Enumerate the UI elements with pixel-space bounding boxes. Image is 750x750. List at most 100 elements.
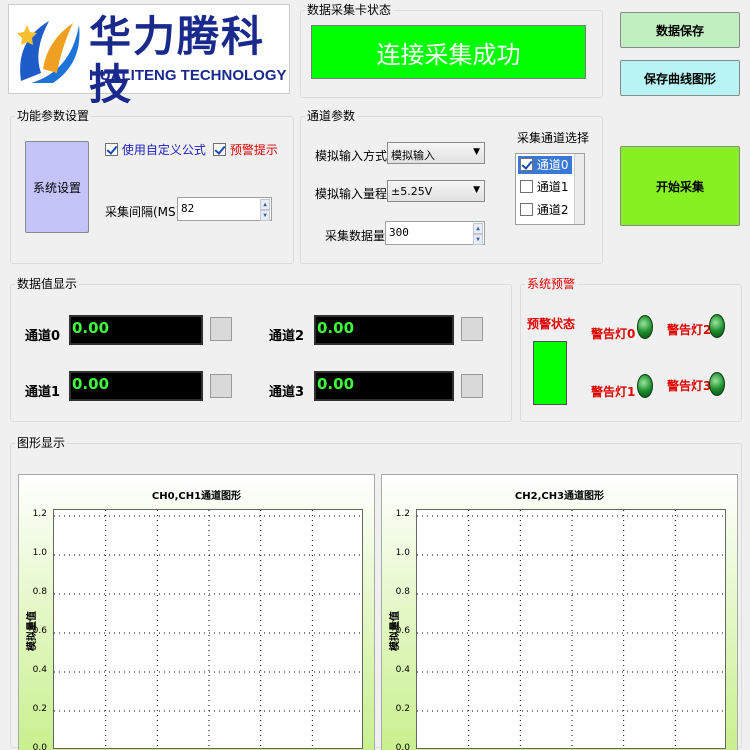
spin-up-icon[interactable]: ▲	[473, 223, 483, 234]
channel-select-list[interactable]: 通道0 通道1 通道2	[515, 153, 585, 225]
channel-select-title: 采集通道选择	[517, 131, 590, 145]
channel-0-label: 通道0	[25, 329, 61, 344]
function-settings-group-title: 功能参数设置	[15, 109, 92, 123]
data-display-group: 数据值显示 通道0 0.00 通道1 0.00 通道2 0.00 通道3 0.0…	[10, 277, 512, 422]
channel-select-label: 通道1	[536, 180, 569, 194]
warning-light-1-label: 警告灯1	[591, 385, 636, 399]
alarm-group-title: 系统预警	[525, 277, 578, 291]
spin-up-icon[interactable]: ▲	[260, 199, 270, 210]
warning-light-3-icon	[709, 372, 725, 396]
chart-ytick-label: 0.4	[32, 665, 47, 675]
sample-count-input[interactable]: 300 ▲ ▼	[385, 221, 485, 245]
interval-spinner[interactable]: ▲ ▼	[260, 199, 270, 221]
input-range-label: 模拟输入量程	[315, 187, 388, 201]
channel-1-value-display: 0.00	[69, 371, 203, 401]
sample-count-label: 采集数据量	[325, 229, 386, 243]
daq-status-group-title: 数据采集卡状态	[305, 3, 394, 17]
channel-1-indicator	[210, 374, 232, 398]
channel-select-scrollbar[interactable]	[574, 154, 584, 224]
daq-status-message: 连接采集成功	[376, 40, 521, 69]
channel-2-value-display: 0.00	[314, 315, 454, 345]
spin-down-icon[interactable]: ▼	[473, 234, 483, 245]
custom-formula-checkbox[interactable]: 使用自定义公式	[105, 141, 206, 158]
chart-ytick-label: 1.2	[32, 509, 47, 519]
chart-plot-area	[53, 509, 363, 749]
spin-down-icon[interactable]: ▼	[260, 210, 270, 221]
daq-status-group: 数据采集卡状态 连接采集成功	[300, 3, 603, 98]
channel-3-value-display: 0.00	[314, 371, 454, 401]
custom-formula-check-icon	[105, 143, 118, 156]
chart-yticks: 1.2 1.0 0.8 0.6 0.4 0.2 0.0	[23, 509, 49, 750]
function-settings-group: 功能参数设置 系统设置 使用自定义公式 预警提示 采集间隔(MS) 82 ▲ ▼	[10, 109, 294, 264]
chart-ytick-label: 0.6	[32, 626, 47, 636]
alarm-prompt-label: 预警提示	[229, 143, 278, 157]
graph-group: 图形显示 CH0,CH1通道图形 模拟量值 1.2 1.0 0.8 0.6 0.4 0.2…	[10, 436, 742, 750]
chevron-down-icon: ▼	[473, 147, 480, 157]
logo-en-text: HUALITENG TECHNOLOGY	[89, 67, 287, 84]
chart-ytick-label: 0.2	[395, 704, 410, 714]
input-mode-value: 模拟输入	[391, 149, 435, 162]
warning-light-3-label: 警告灯3	[667, 379, 712, 393]
channel-params-group: 通道参数 模拟输入方式 模拟输入 ▼ 模拟输入量程 ±5.25V ▼ 采集数据量…	[300, 109, 603, 264]
interval-input[interactable]: 82 ▲ ▼	[177, 197, 272, 221]
logo-mark-icon	[17, 21, 80, 83]
channel-select-item[interactable]: 通道2	[518, 201, 568, 219]
chevron-down-icon: ▼	[473, 185, 480, 195]
input-range-value: ±5.25V	[391, 185, 433, 198]
channel-0-value-display: 0.00	[69, 315, 203, 345]
channel-0-indicator	[210, 317, 232, 341]
save-data-button[interactable]: 数据保存	[620, 12, 740, 48]
sample-count-spinner[interactable]: ▲ ▼	[473, 223, 483, 245]
alarm-group: 系统预警 预警状态 警告灯0 警告灯1 警告灯2 警告灯3	[520, 277, 742, 422]
chart-plot-area	[416, 509, 726, 749]
chart-ytick-label: 0.0	[395, 743, 410, 750]
channel-1-check-icon	[520, 180, 533, 193]
chart-ytick-label: 0.0	[32, 743, 47, 750]
channel-3-label: 通道3	[269, 385, 305, 400]
data-display-group-title: 数据值显示	[15, 277, 80, 291]
daq-status-indicator: 连接采集成功	[311, 25, 586, 79]
warning-light-0-label: 警告灯0	[591, 327, 636, 341]
chart-ytick-label: 0.8	[395, 587, 410, 597]
interval-value: 82	[181, 202, 195, 215]
interval-label: 采集间隔(MS)	[105, 205, 181, 219]
channel-1-label: 通道1	[25, 385, 61, 400]
input-range-select[interactable]: ±5.25V ▼	[387, 180, 485, 202]
channel-0-check-icon	[520, 158, 533, 171]
sample-count-value: 300	[389, 226, 409, 239]
warning-light-2-label: 警告灯2	[667, 323, 712, 337]
channel-select-label: 通道2	[536, 203, 569, 217]
chart-ytick-label: 1.2	[395, 509, 410, 519]
chart-panel-ch01: CH0,CH1通道图形 模拟量值 1.2 1.0 0.8 0.6 0.4 0.2 0.0	[18, 474, 375, 750]
alarm-prompt-checkbox[interactable]: 预警提示	[213, 141, 278, 158]
logo-cn-text: 华力腾科技	[89, 12, 266, 109]
chart-ytick-label: 1.0	[32, 548, 47, 558]
channel-select-item[interactable]: 通道0	[518, 156, 572, 174]
start-acquisition-button[interactable]: 开始采集	[620, 146, 740, 226]
save-curve-button[interactable]: 保存曲线图形	[620, 60, 740, 96]
channel-params-group-title: 通道参数	[305, 109, 358, 123]
warning-light-2-icon	[709, 314, 725, 338]
warning-light-0-icon	[637, 315, 653, 339]
chart-title: CH0,CH1通道图形	[151, 491, 242, 502]
logo: 华力腾科技 HUALITENG TECHNOLOGY	[8, 4, 290, 109]
system-settings-button[interactable]: 系统设置	[25, 141, 89, 233]
chart-title: CH2,CH3通道图形	[514, 491, 605, 502]
input-mode-label: 模拟输入方式	[315, 149, 388, 163]
chart-panel-ch23: CH2,CH3通道图形 模拟量值 1.2 1.0 0.8 0.6 0.4 0.2 0.0	[381, 474, 738, 750]
channel-select-label: 通道0	[536, 158, 569, 172]
channel-2-indicator	[461, 317, 483, 341]
chart-yticks: 1.2 1.0 0.8 0.6 0.4 0.2 0.0	[386, 509, 412, 750]
alarm-prompt-check-icon	[213, 143, 226, 156]
custom-formula-label: 使用自定义公式	[121, 143, 206, 157]
channel-3-indicator	[461, 374, 483, 398]
chart-ytick-label: 1.0	[395, 548, 410, 558]
alarm-status-label: 预警状态	[527, 317, 576, 331]
alarm-status-indicator	[533, 341, 567, 405]
input-mode-select[interactable]: 模拟输入 ▼	[387, 142, 485, 164]
channel-2-check-icon	[520, 203, 533, 216]
channel-select-item[interactable]: 通道1	[518, 178, 568, 196]
chart-ytick-label: 0.4	[395, 665, 410, 675]
warning-light-1-icon	[637, 374, 653, 398]
chart-ytick-label: 0.6	[395, 626, 410, 636]
